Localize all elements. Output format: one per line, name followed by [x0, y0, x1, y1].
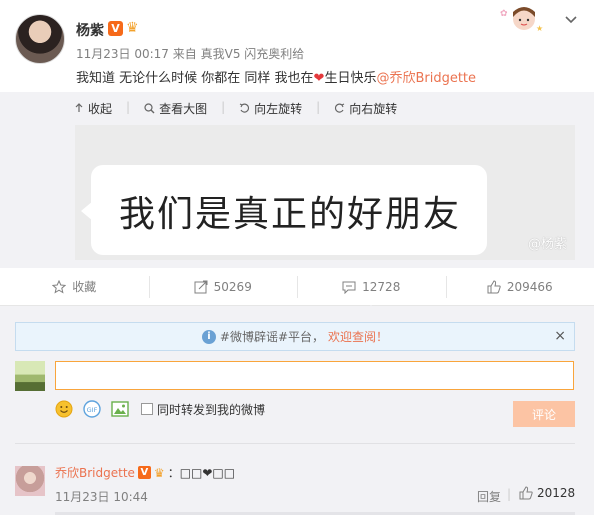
favorite-button[interactable]: 收藏: [0, 268, 149, 305]
rotate-right-button[interactable]: 向右旋转: [334, 100, 397, 116]
like-count: 209466: [506, 279, 553, 294]
post-text-tail: 生日快乐: [324, 71, 377, 86]
post-header: 杨紫 V ♛ 11月23日 00:17 来自 真我V5 闪充奥利给 ✿ ★ 我知…: [0, 0, 594, 92]
post-text: 我知道 无论什么时候 你都在 同样 我也在❤生日快乐@乔欣Bridgette: [76, 67, 476, 86]
verified-badge: V: [108, 21, 123, 36]
image-caption: 我们是真正的好朋友: [119, 194, 462, 235]
action-bar: 收藏 50269 12728 209466: [0, 268, 594, 311]
view-large-label: 查看大图: [159, 101, 208, 116]
post-source-link[interactable]: 真我V5 闪充奥利给: [201, 47, 305, 61]
reply-button[interactable]: 回复: [477, 488, 501, 505]
toolbar-divider: |: [316, 100, 321, 114]
image-watermark: @杨紫: [527, 237, 567, 252]
rotate-right-label: 向右旋转: [349, 101, 398, 116]
svg-text:✿: ✿: [500, 9, 508, 19]
divider: [15, 443, 575, 444]
comment-text: ：□□❤□□: [167, 466, 236, 480]
comment-area: i #微博辟谣#平台， 欢迎查阅！ × GIF 同时转发到我的微博 评论 乔欣Br…: [0, 306, 594, 515]
commenter-name[interactable]: 乔欣Bridgette: [55, 464, 135, 481]
forward-icon: [194, 280, 208, 293]
collapse-icon: [75, 103, 83, 112]
crown-icon: ♛: [126, 20, 139, 36]
collapse-label: 收起: [88, 101, 113, 116]
gif-icon[interactable]: GIF: [83, 400, 101, 418]
comment-time: 11月23日 10:44: [55, 490, 148, 504]
forward-label: 同时转发到我的微博: [157, 402, 266, 417]
rotate-right-icon: [335, 103, 345, 113]
user-name[interactable]: 杨紫: [76, 20, 104, 40]
media-box: 收起 | 查看大图 | 向左旋转 | 向右旋转 我们是真正的好朋友 @杨紫: [0, 92, 594, 268]
chevron-down-icon[interactable]: [564, 12, 578, 26]
emoji-icon[interactable]: [55, 400, 73, 418]
forward-checkbox[interactable]: [141, 403, 153, 415]
comment-input[interactable]: [55, 361, 574, 390]
collapse-button[interactable]: 收起: [74, 100, 112, 116]
heart-icon: ❤: [313, 71, 325, 86]
image-upload-icon[interactable]: [111, 400, 129, 418]
notice-text[interactable]: #微博辟谣#平台，: [220, 328, 324, 345]
post-time-link[interactable]: 11月23日 00:17: [76, 47, 169, 61]
source-prefix: 来自: [172, 47, 197, 61]
notice-highlight[interactable]: 欢迎查阅！: [328, 328, 388, 345]
rumor-notice: i #微博辟谣#平台， 欢迎查阅！ ×: [15, 322, 575, 351]
submit-comment-button[interactable]: 评论: [513, 401, 575, 427]
post-text-body: 我知道 无论什么时候 你都在 同样 我也在: [76, 71, 314, 86]
comment-actions-divider: |: [507, 487, 512, 501]
comment-tools: GIF 同时转发到我的微博: [55, 400, 265, 418]
current-user-avatar[interactable]: [15, 361, 45, 391]
toolbar-divider: |: [221, 100, 226, 114]
crown-icon: ♛: [153, 465, 165, 480]
forward-count: 50269: [213, 279, 252, 294]
thumbs-up-icon: [487, 279, 501, 293]
comment-button[interactable]: 12728: [297, 268, 446, 311]
toolbar-divider: |: [126, 100, 131, 114]
zoom-icon: [144, 102, 155, 113]
rotate-left-label: 向左旋转: [254, 101, 303, 116]
info-icon: i: [201, 329, 216, 344]
star-icon: [52, 279, 67, 294]
svg-text:★: ★: [536, 24, 543, 33]
member-decoration-icon: ✿ ★: [500, 7, 543, 33]
like-button[interactable]: 209466: [445, 268, 594, 305]
comment-header: 乔欣Bridgette V ♛ ：□□❤□□: [55, 464, 235, 481]
rotate-left-button[interactable]: 向左旋转: [239, 100, 302, 116]
forward-option[interactable]: 同时转发到我的微博: [141, 401, 265, 418]
mention-link[interactable]: @乔欣Bridgette: [376, 71, 476, 86]
forward-button[interactable]: 50269: [148, 268, 298, 305]
media-toolbar: 收起 | 查看大图 | 向左旋转 | 向右旋转: [74, 100, 397, 116]
post-image[interactable]: 我们是真正的好朋友 @杨紫: [75, 125, 575, 260]
close-icon[interactable]: ×: [554, 328, 566, 344]
view-large-button[interactable]: 查看大图: [144, 100, 207, 116]
favorite-label: 收藏: [72, 280, 97, 294]
user-avatar[interactable]: [15, 14, 65, 64]
svg-text:GIF: GIF: [87, 406, 98, 414]
comment-like-button[interactable]: 20128: [519, 486, 575, 500]
post-meta: 11月23日 00:17 来自 真我V5 闪充奥利给: [76, 45, 304, 62]
comment-count: 12728: [362, 279, 401, 294]
comment-like-count: 20128: [537, 486, 576, 500]
comment-icon: [342, 281, 356, 294]
rotate-left-icon: [239, 103, 250, 113]
verified-badge: V: [137, 466, 151, 479]
thumbs-up-icon: [519, 486, 533, 500]
commenter-avatar[interactable]: [15, 466, 45, 496]
